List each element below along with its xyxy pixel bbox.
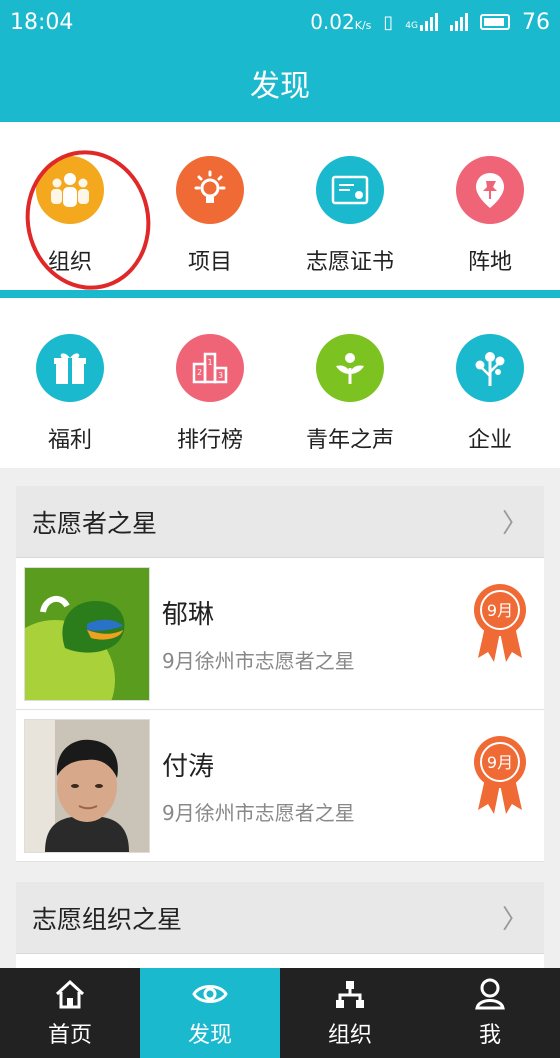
grid-item-certificate[interactable]: 志愿证书 bbox=[280, 122, 420, 290]
page-title-bar: 发现 bbox=[0, 44, 560, 122]
org-tree-icon bbox=[334, 977, 366, 1011]
svg-text:2: 2 bbox=[197, 368, 202, 377]
nav-me[interactable]: 我 bbox=[420, 968, 560, 1058]
battery-level: 76 bbox=[522, 9, 550, 35]
grid-label: 排行榜 bbox=[176, 428, 243, 453]
nav-home[interactable]: 首页 bbox=[0, 968, 140, 1058]
feature-grid-row-1: 组织 项目 志愿证书 阵地 bbox=[0, 122, 560, 290]
user-icon bbox=[475, 977, 505, 1011]
star-name: 郁琳 bbox=[162, 599, 215, 630]
svg-text:1: 1 bbox=[207, 358, 212, 367]
medal-label: 9月 bbox=[487, 753, 513, 772]
month-medal-icon: 9月 bbox=[472, 582, 528, 668]
nav-label: 发现 bbox=[187, 1023, 232, 1048]
feature-grid-row-2: 福利 1 2 3 排行榜 青年之声 企业 bbox=[0, 298, 560, 468]
nav-label: 首页 bbox=[47, 1023, 92, 1048]
section-title: 志愿者之星 bbox=[32, 508, 158, 538]
grid-item-project[interactable]: 项目 bbox=[140, 122, 280, 290]
battery-icon bbox=[480, 14, 510, 30]
eye-icon bbox=[192, 977, 228, 1011]
medal-label: 9月 bbox=[487, 601, 513, 620]
vibrate-icon: ▯ bbox=[383, 11, 394, 33]
star-subtitle: 9月徐州市志愿者之星 bbox=[162, 800, 355, 825]
grid-item-ranking[interactable]: 1 2 3 排行榜 bbox=[140, 298, 280, 468]
pin-icon bbox=[456, 156, 524, 224]
volunteer-stars-card: 志愿者之星 〉 郁琳 9月徐州市志愿者之星 9月 付涛 9月徐州市志愿者之星 9… bbox=[16, 486, 544, 862]
star-text: 郁琳 9月徐州市志愿者之星 bbox=[162, 594, 355, 674]
grid-label: 志愿证书 bbox=[305, 250, 394, 275]
section-divider bbox=[0, 290, 560, 298]
network-speed: 0.02K/s bbox=[310, 10, 372, 34]
star-name: 付涛 bbox=[162, 751, 215, 782]
signal-4g-icon: 4G bbox=[405, 13, 438, 31]
star-text: 付涛 9月徐州市志愿者之星 bbox=[162, 746, 355, 826]
nav-discover[interactable]: 发现 bbox=[140, 968, 280, 1058]
lightbulb-icon bbox=[176, 156, 244, 224]
status-bar: 18:04 0.02K/s ▯ 4G 76 bbox=[0, 0, 560, 44]
list-item[interactable]: 郁琳 9月徐州市志愿者之星 9月 bbox=[16, 558, 544, 710]
certificate-icon bbox=[316, 156, 384, 224]
month-medal-icon: 9月 bbox=[472, 734, 528, 820]
grid-label: 组织 bbox=[47, 250, 92, 275]
nav-organization[interactable]: 组织 bbox=[280, 968, 420, 1058]
avatar bbox=[24, 718, 150, 853]
grid-item-youth-voice[interactable]: 青年之声 bbox=[280, 298, 420, 468]
section-title: 志愿组织之星 bbox=[32, 904, 183, 934]
podium-icon: 1 2 3 bbox=[176, 334, 244, 402]
people-icon bbox=[36, 156, 104, 224]
status-time: 18:04 bbox=[10, 9, 74, 35]
chevron-right-icon: 〉 bbox=[501, 509, 528, 539]
list-item[interactable]: 付涛 9月徐州市志愿者之星 9月 bbox=[16, 710, 544, 862]
star-subtitle: 9月徐州市志愿者之星 bbox=[162, 648, 355, 673]
status-indicators: 0.02K/s ▯ 4G 76 bbox=[310, 10, 550, 35]
home-icon bbox=[54, 977, 86, 1011]
grid-label: 企业 bbox=[467, 428, 512, 453]
grid-item-welfare[interactable]: 福利 bbox=[0, 298, 140, 468]
signal-icon bbox=[450, 13, 468, 31]
nav-label: 组织 bbox=[327, 1023, 372, 1048]
sprout-icon bbox=[316, 334, 384, 402]
org-stars-card: 志愿组织之星 〉 bbox=[16, 882, 544, 968]
grid-label: 青年之声 bbox=[305, 428, 394, 453]
gift-icon bbox=[36, 334, 104, 402]
chevron-right-icon: 〉 bbox=[501, 905, 528, 935]
org-stars-header[interactable]: 志愿组织之星 〉 bbox=[16, 882, 544, 954]
bottom-nav: 首页 发现 组织 我 bbox=[0, 968, 560, 1058]
avatar bbox=[24, 566, 150, 701]
svg-text:3: 3 bbox=[218, 371, 223, 380]
page-title: 发现 bbox=[250, 69, 310, 104]
nav-label: 我 bbox=[478, 1023, 501, 1048]
grid-label: 福利 bbox=[47, 428, 92, 453]
tree-icon bbox=[456, 334, 524, 402]
volunteer-stars-header[interactable]: 志愿者之星 〉 bbox=[16, 486, 544, 558]
grid-label: 项目 bbox=[187, 250, 232, 275]
grid-item-organization[interactable]: 组织 bbox=[0, 122, 140, 290]
grid-item-base[interactable]: 阵地 bbox=[420, 122, 560, 290]
grid-item-enterprise[interactable]: 企业 bbox=[420, 298, 560, 468]
grid-label: 阵地 bbox=[467, 250, 512, 275]
